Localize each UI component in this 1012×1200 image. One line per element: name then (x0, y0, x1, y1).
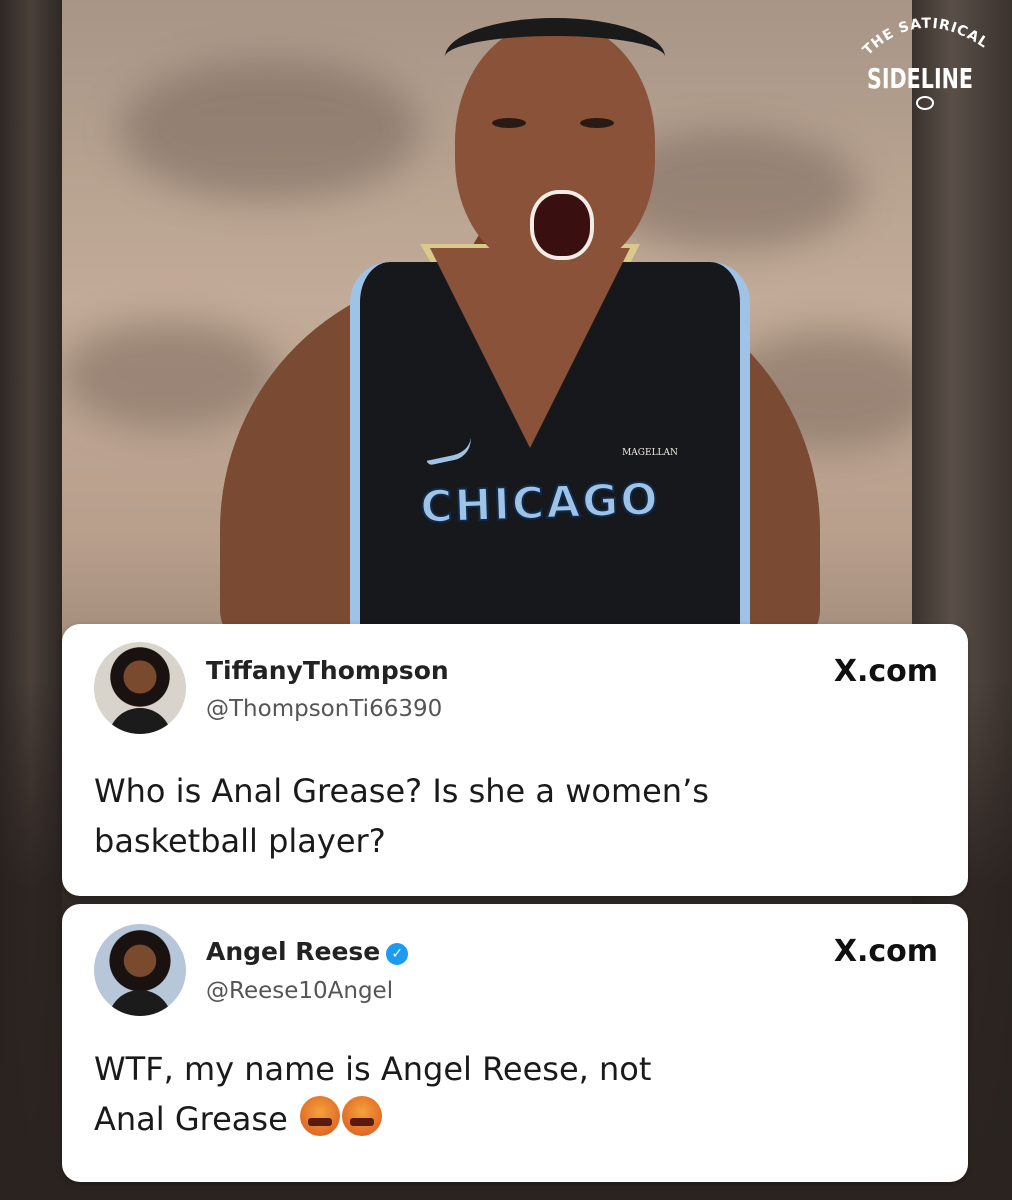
tweet-author-handle[interactable]: @ThompsonTi66390 (206, 696, 442, 722)
tweet-text-line: basketball player? (94, 822, 386, 860)
jersey-sponsor: MAGELLAN (622, 448, 678, 458)
tweet-author-name-text[interactable]: Angel Reese (206, 937, 380, 966)
logo-arc-label: THE SATIRICAL (860, 16, 990, 59)
tweet-card[interactable]: TiffanyThompson @ThompsonTi66390 X.com W… (62, 624, 968, 896)
player-eye (580, 118, 614, 128)
tweet-card[interactable]: Angel Reese ✓ @Reese10Angel X.com WTF, my… (62, 904, 968, 1182)
tweet-text: WTF, my name is Angel Reese, not Anal Gr… (94, 1044, 944, 1144)
tweet-text-line: Anal Grease (94, 1100, 288, 1138)
tweet-author-name[interactable]: Angel Reese ✓ (206, 937, 409, 966)
tweet-text-line: Who is Anal Grease? Is she a women’s (94, 772, 709, 810)
x-site-label: X.com (833, 934, 938, 969)
angry-face-icon (341, 1096, 382, 1136)
jersey-wordmark: CHICAGO (418, 473, 661, 534)
player-figure: MAGELLAN CHICAGO (200, 0, 840, 650)
tweet-text-line: WTF, my name is Angel Reese, not (94, 1050, 652, 1088)
tweet-author-handle[interactable]: @Reese10Angel (206, 978, 393, 1004)
tweet-author-name[interactable]: TiffanyThompson (206, 656, 449, 685)
logo-arc-text: THE SATIRICAL (846, 10, 994, 59)
avatar[interactable] (94, 924, 186, 1016)
logo-wordmark: SIDELINE (866, 62, 974, 95)
angry-face-icon (299, 1096, 340, 1136)
player-eye (492, 118, 526, 128)
svg-text:THE SATIRICAL: THE SATIRICAL (860, 16, 991, 59)
avatar[interactable] (94, 642, 186, 734)
tweet-text-line-with-emoji: Anal Grease (94, 1094, 944, 1144)
player-mouth (530, 190, 594, 260)
satirical-sideline-logo: THE SATIRICAL SIDELINE (846, 10, 994, 120)
verified-badge-icon: ✓ (386, 943, 409, 965)
tweet-text: Who is Anal Grease? Is she a women’s bas… (94, 766, 944, 866)
x-site-label: X.com (833, 654, 938, 689)
football-icon (916, 96, 934, 110)
player-headband (445, 18, 665, 96)
logo-arc-svg: THE SATIRICAL (860, 16, 991, 59)
